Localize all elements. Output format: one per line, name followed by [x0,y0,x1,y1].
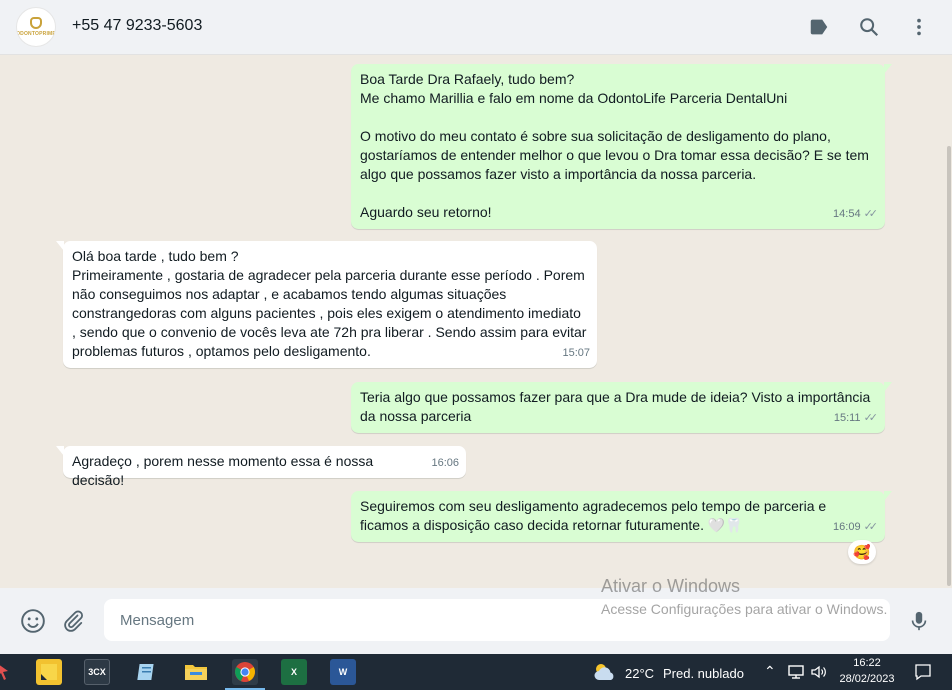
double-check-icon: ✓✓ [863,208,879,220]
word-icon[interactable]: W [330,659,356,685]
emoji-icon[interactable] [20,608,46,634]
message-outgoing[interactable]: Teria algo que possamos fazer para que a… [351,382,892,433]
windows-activation-subtitle: Acesse Configurações para ativar o Windo… [601,601,888,617]
message-reaction[interactable]: 🥰 [848,540,876,564]
message-text: Boa Tarde Dra Rafaely, tudo bem? Me cham… [360,71,869,220]
file-explorer-icon[interactable] [183,659,209,685]
network-icon[interactable] [786,659,806,685]
app-icon[interactable] [0,659,12,685]
weather-cloud-icon[interactable] [591,659,619,685]
clock-date[interactable]: 28/02/2023 [836,673,898,685]
weather-desc[interactable]: Pred. nublado [663,666,744,681]
sticky-notes-icon[interactable] [36,659,62,685]
weather-temp[interactable]: 22°C [625,666,654,681]
message-time: 16:06 [431,457,459,469]
message-time: 15:11 [833,412,861,424]
message-incoming[interactable]: Olá boa tarde , tudo bem ? Primeiramente… [56,241,597,368]
taskbar: 3CX X W 22°C Pred. nublado ⌃ 16:22 28/02… [0,654,952,690]
excel-label: X [290,667,297,677]
search-icon[interactable] [856,14,882,40]
attach-icon[interactable] [60,608,86,634]
notifications-icon[interactable] [912,659,934,685]
avatar-brand: ODONTOPRIME [16,31,56,37]
message-time: 16:09 [833,521,861,533]
windows-activation-title: Ativar o Windows [601,576,741,596]
chat-header: ODONTOPRIME +55 47 9233-5603 [0,0,952,55]
message-outgoing[interactable]: Seguiremos com seu desligamento agradece… [351,491,892,542]
message-list[interactable]: Boa Tarde Dra Rafaely, tudo bem? Me cham… [0,56,946,588]
message-text: Olá boa tarde , tudo bem ? Primeiramente… [72,248,587,359]
volume-icon[interactable] [809,659,829,685]
message-meta: 15:07 [562,344,590,363]
chrome-icon[interactable] [225,659,265,690]
threecx-icon[interactable]: 3CX [84,659,110,685]
label-icon[interactable] [806,14,832,40]
tooth-logo-icon [30,17,42,29]
contact-avatar[interactable]: ODONTOPRIME [16,7,56,47]
message-meta: 14:54 ✓✓ [833,205,878,224]
scrollbar[interactable] [946,56,952,588]
contact-name[interactable]: +55 47 9233-5603 [72,17,202,35]
message-meta: 15:11 ✓✓ [834,409,878,428]
message-text: Seguiremos com seu desligamento agradece… [360,498,831,533]
message-text: Agradeço , porem nesse momento essa é no… [72,453,378,488]
message-text: Teria algo que possamos fazer para que a… [360,389,875,424]
message-meta: 16:09 ✓✓ [833,518,878,537]
mic-icon[interactable] [906,608,932,634]
double-check-icon: ✓✓ [863,412,879,424]
word-label: W [338,667,348,677]
excel-icon[interactable]: X [281,659,307,685]
notepad-icon[interactable] [134,659,160,685]
message-incoming[interactable]: Agradeço , porem nesse momento essa é no… [56,446,466,488]
threecx-label: 3CX [88,667,106,677]
message-meta: 16:06 [431,454,459,473]
double-check-icon: ✓✓ [863,521,879,533]
composer [0,588,952,654]
chevron-up-icon[interactable]: ⌃ [764,663,776,680]
message-time: 15:07 [562,347,590,359]
scrollbar-thumb[interactable] [947,146,951,586]
message-outgoing[interactable]: Boa Tarde Dra Rafaely, tudo bem? Me cham… [351,64,892,229]
more-vert-icon[interactable] [906,14,932,40]
clock-time[interactable]: 16:22 [836,657,898,669]
message-time: 14:54 [833,208,861,220]
